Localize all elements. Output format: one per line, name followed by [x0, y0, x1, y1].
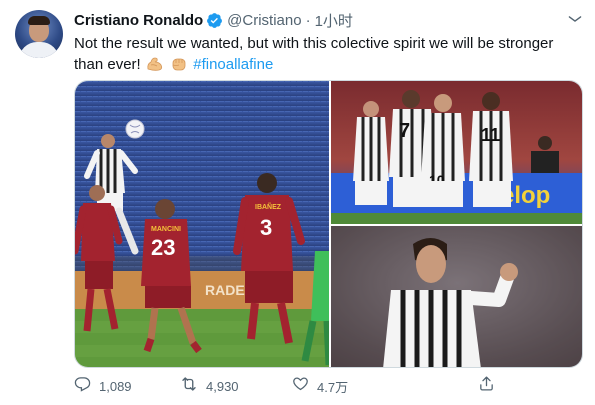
tweet-card[interactable]: Cristiano Ronaldo @Cristiano · 1小时 Not t… — [0, 0, 595, 405]
photo-team-celebration[interactable]: elop 7 10 11 — [331, 81, 582, 224]
retweet-icon — [180, 375, 198, 398]
flexed-biceps-emoji — [146, 56, 164, 72]
tweet-timestamp[interactable]: 1小时 — [315, 10, 353, 31]
profile-avatar[interactable] — [15, 10, 63, 58]
photo-header-challenge[interactable]: RADE MANCINI 23 IBAÑEZ 3 — [75, 81, 329, 367]
hashtag-link[interactable]: #finoallafine — [193, 56, 273, 73]
ad-board-text: RADE — [205, 282, 245, 298]
like-button[interactable]: 4.7万 — [292, 376, 348, 396]
jersey-number: 3 — [260, 215, 272, 240]
header-separator: · — [305, 11, 311, 29]
avatar-shirt — [19, 42, 59, 58]
author-handle[interactable]: @Cristiano — [227, 12, 301, 29]
retweet-count: 4,930 — [206, 378, 239, 394]
author-name[interactable]: Cristiano Ronaldo — [74, 12, 203, 29]
share-button[interactable] — [478, 376, 495, 396]
jersey-number: 23 — [151, 235, 175, 260]
tweet-actions: 1,089 4,930 4.7万 — [74, 376, 514, 396]
fist-bump-emoji — [170, 56, 188, 72]
photo-ronaldo-fist[interactable] — [331, 226, 582, 367]
verified-badge-icon — [206, 12, 223, 29]
jersey-number: 11 — [481, 125, 500, 145]
player-name-text: IBAÑEZ — [255, 202, 282, 211]
heart-icon — [292, 375, 309, 397]
tweet-header: Cristiano Ronaldo @Cristiano · 1小时 — [74, 10, 353, 30]
tweet-text: Not the result we wanted, but with this … — [74, 33, 574, 75]
avatar-hair — [28, 16, 50, 25]
share-icon — [478, 375, 495, 397]
reply-count: 1,089 — [99, 378, 132, 394]
reply-icon — [74, 375, 91, 397]
player-name-text: MANCINI — [151, 226, 181, 233]
retweet-button[interactable]: 4,930 — [180, 376, 239, 396]
like-count: 4.7万 — [317, 379, 349, 395]
more-options-icon[interactable] — [565, 10, 585, 28]
media-grid: RADE MANCINI 23 IBAÑEZ 3 elop 7 10 11 — [74, 80, 583, 368]
reply-button[interactable]: 1,089 — [74, 376, 132, 396]
jersey-number: 7 — [399, 120, 410, 142]
